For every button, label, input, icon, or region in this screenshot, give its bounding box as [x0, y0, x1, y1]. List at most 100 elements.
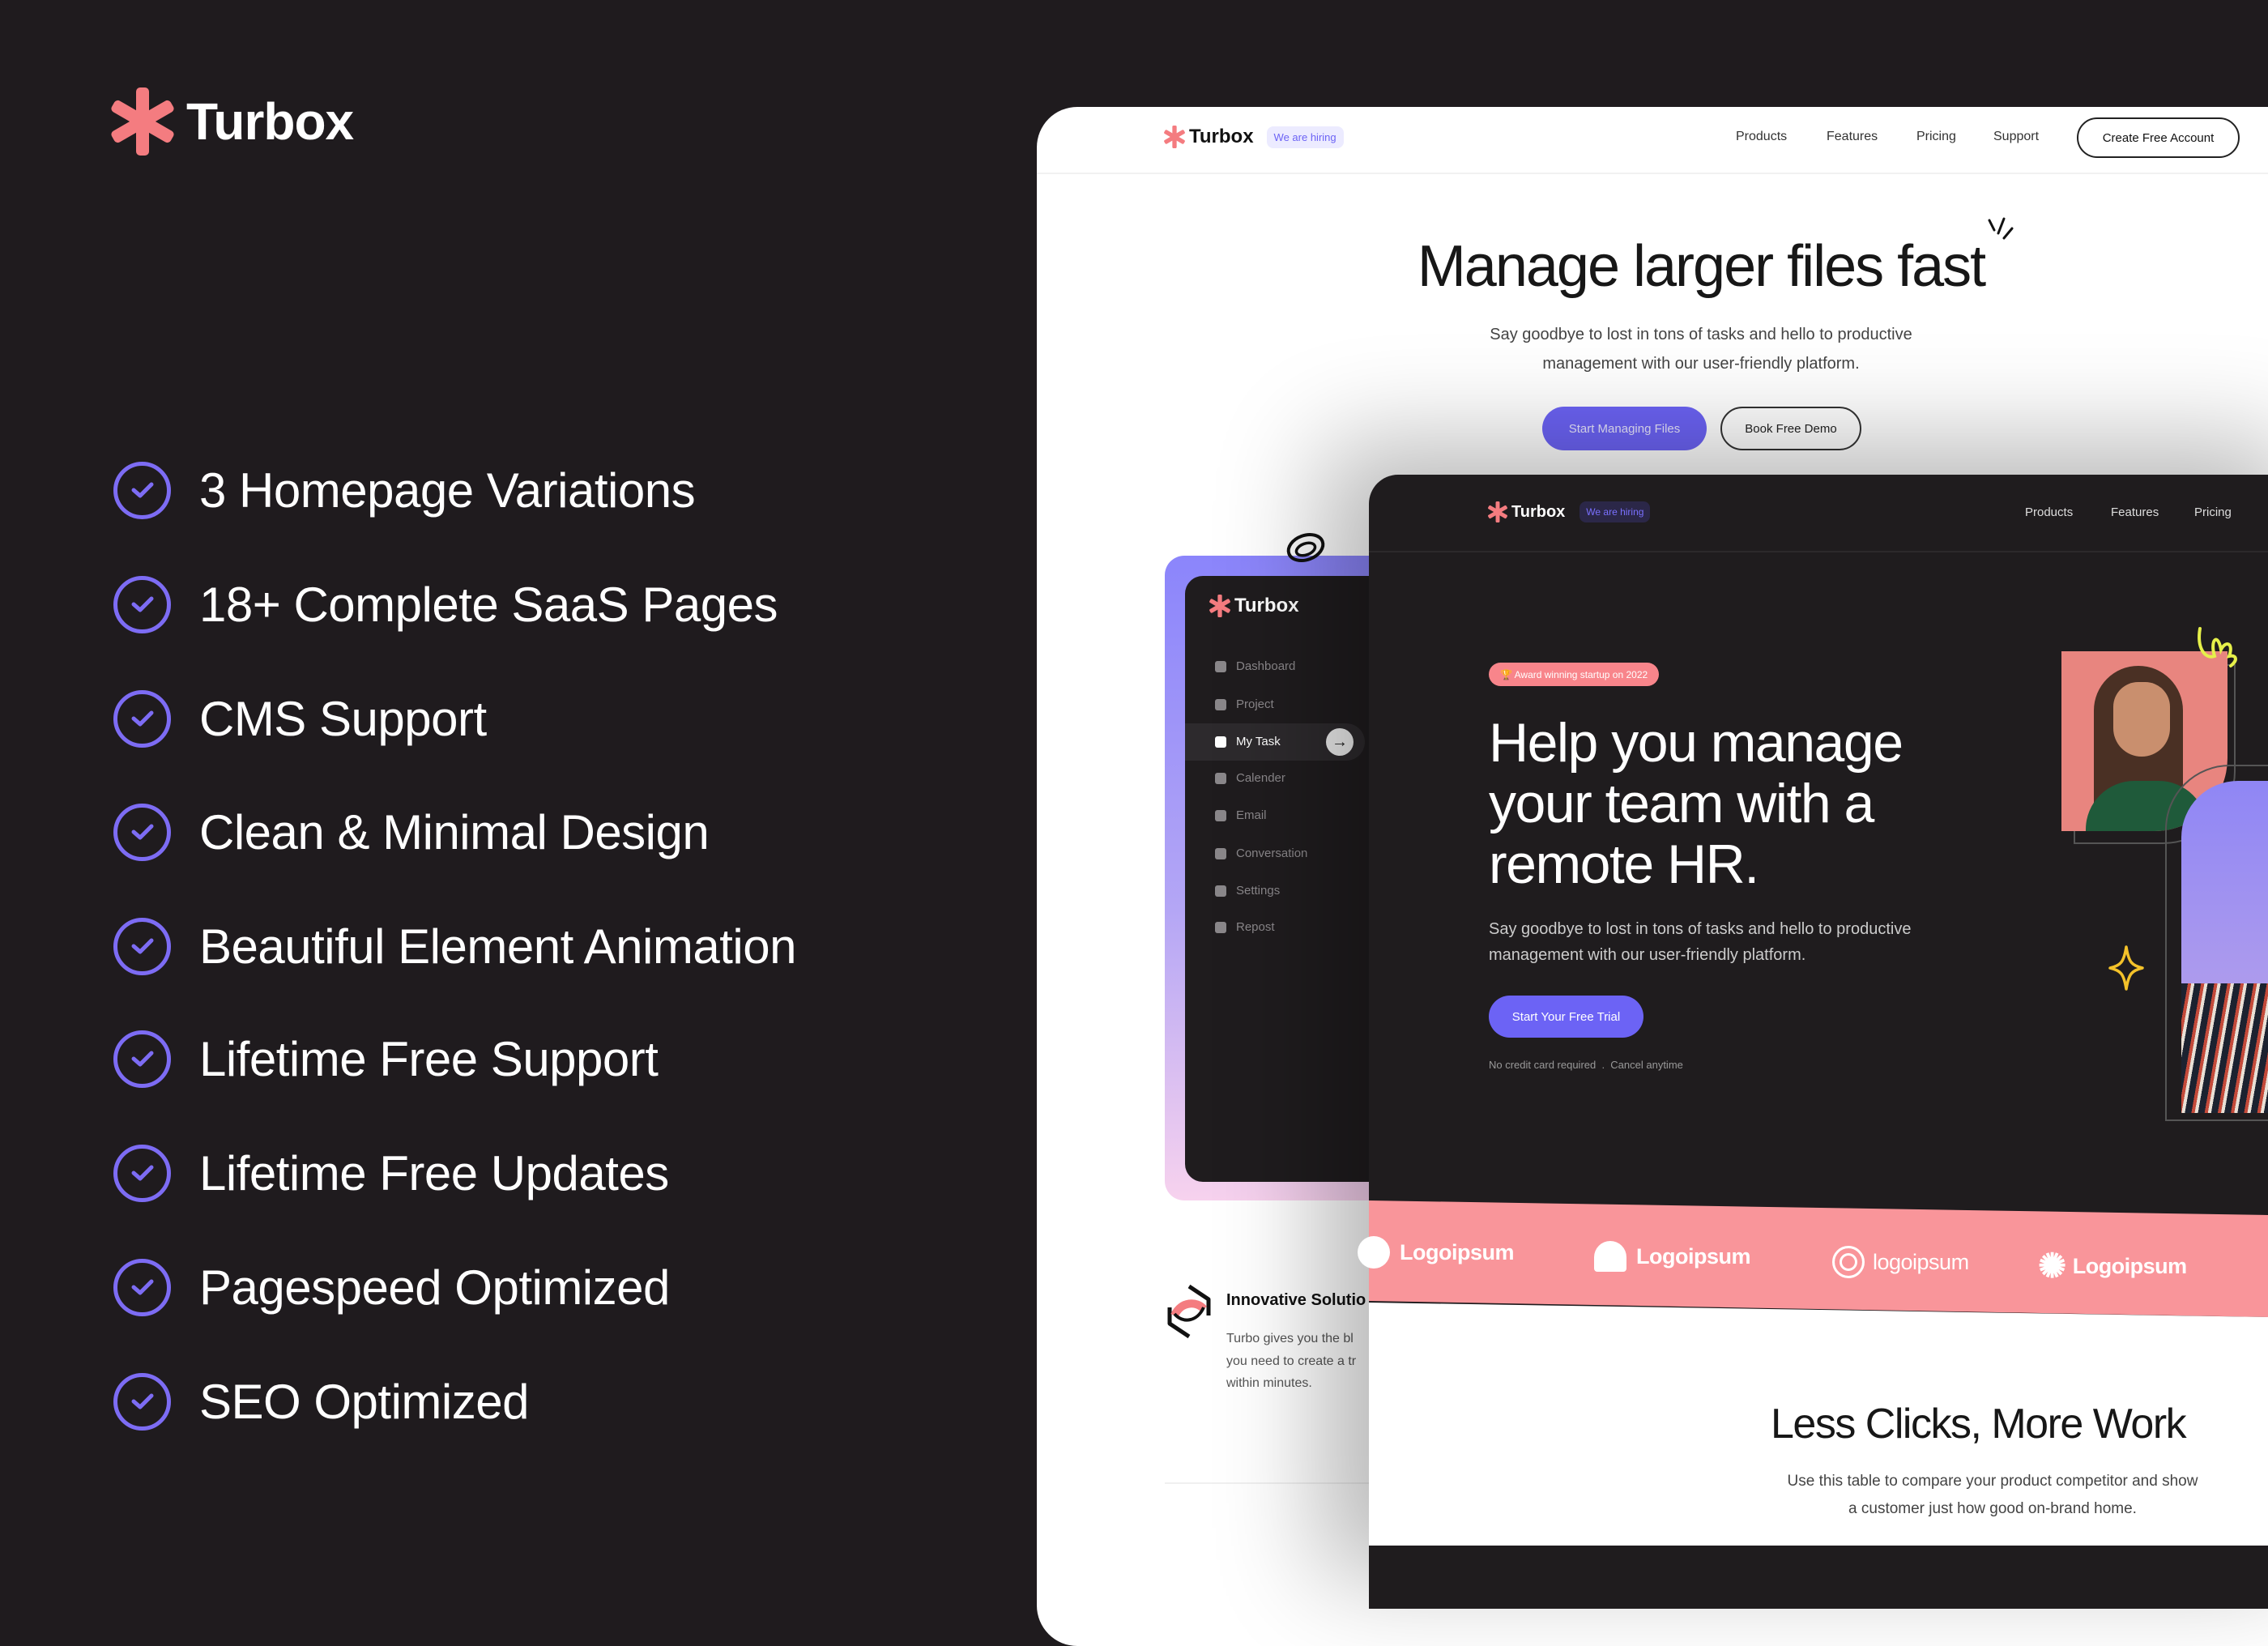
sidebar-item-settings[interactable]: Settings — [1215, 884, 1280, 898]
sidebar-item-label: Calender — [1236, 771, 1285, 785]
light-nav-logo: Turbox We are hiring — [1163, 126, 1344, 148]
start-managing-files-button[interactable]: Start Managing Files — [1542, 407, 1707, 450]
check-circle-icon — [113, 1372, 171, 1431]
sidebar-item-calendar[interactable]: Calender — [1215, 771, 1285, 785]
partner-logo-2: Logoipsum — [1594, 1241, 1750, 1272]
feature-item: 3 Homepage Variations — [113, 461, 696, 519]
innovative-solutions-text-2: you need to create a tr — [1226, 1354, 1357, 1368]
sidebar-item-label: Project — [1236, 697, 1274, 711]
feature-item: 18+ Complete SaaS Pages — [113, 575, 778, 633]
calendar-icon — [1215, 772, 1226, 784]
dark-nav-products[interactable]: Products — [2025, 505, 2073, 519]
logo-text: Turbox — [1234, 595, 1299, 616]
feature-item: Beautiful Element Animation — [113, 917, 796, 975]
innovative-solutions-title: Innovative Solutio — [1226, 1291, 1366, 1309]
feature-label: 3 Homepage Variations — [199, 463, 696, 518]
sidebar-item-repost[interactable]: Repost — [1215, 920, 1275, 934]
dark-nav-divider — [1369, 551, 2268, 552]
section-title: Less Clicks, More Work — [1771, 1401, 2187, 1448]
logo-text: Turbox — [1511, 502, 1566, 521]
nav-support[interactable]: Support — [1993, 130, 2039, 144]
sidebar-item-project[interactable]: Project — [1215, 697, 1274, 711]
feature-item: Lifetime Free Support — [113, 1030, 659, 1088]
hiring-badge[interactable]: We are hiring — [1580, 501, 1651, 522]
sidebar-item-label: Dashboard — [1236, 659, 1296, 673]
man-shirt — [2181, 983, 2268, 1113]
logo-sun-icon: ✺ — [2038, 1247, 2066, 1285]
swirl-doodle-icon — [1286, 533, 1325, 562]
nav-pricing[interactable]: Pricing — [1916, 130, 1956, 144]
headline-line: your team with a — [1489, 773, 1874, 834]
dark-headline: Help you manage your team with a remote … — [1489, 712, 1904, 895]
check-circle-icon — [113, 1030, 171, 1088]
feature-item: Pagespeed Optimized — [113, 1258, 670, 1316]
no-credit-card-note: No credit card required . Cancel anytime — [1489, 1059, 1683, 1071]
dark-subtext-2: management with our user-friendly platfo… — [1489, 946, 1806, 964]
light-subtext-1: Say goodbye to lost in tons of tasks and… — [1490, 326, 1912, 343]
check-circle-icon — [113, 1258, 171, 1316]
asterisk-logo-icon — [1488, 501, 1507, 522]
logo-text: logoipsum — [1873, 1249, 1969, 1274]
repost-icon — [1215, 921, 1226, 933]
dark-nav-features[interactable]: Features — [2111, 505, 2159, 519]
man-photo — [2181, 781, 2268, 1113]
logo-text: Logoipsum — [1400, 1239, 1514, 1264]
book-free-demo-button[interactable]: Book Free Demo — [1720, 407, 1861, 450]
dark-subtext-1: Say goodbye to lost in tons of tasks and… — [1489, 920, 1912, 938]
dashboard-icon — [1215, 660, 1226, 672]
sidebar-item-label: Email — [1236, 808, 1267, 822]
dark-nav-pricing[interactable]: Pricing — [2194, 505, 2232, 519]
partner-logo-4: ✺ Logoipsum — [2038, 1249, 2187, 1283]
sidebar-item-label: Conversation — [1236, 846, 1308, 860]
sidebar-item-dashboard[interactable]: Dashboard — [1215, 659, 1295, 673]
star-sparkle-icon — [2108, 945, 2144, 991]
feature-label: Pagespeed Optimized — [199, 1260, 670, 1315]
feature-label: Lifetime Free Support — [199, 1031, 659, 1086]
section-subtext-1: Use this table to compare your product c… — [1787, 1473, 2198, 1490]
headline-line: remote HR. — [1489, 834, 1759, 895]
asterisk-logo-icon — [111, 87, 174, 156]
scribble-doodle-icon — [2198, 627, 2237, 667]
check-circle-icon — [113, 917, 171, 975]
partner-logo-3: logoipsum — [1832, 1246, 1969, 1278]
create-account-button[interactable]: Create Free Account — [2077, 117, 2240, 158]
email-icon — [1215, 809, 1226, 821]
brand-name: Turbox — [186, 92, 354, 151]
asterisk-logo-icon — [1164, 126, 1185, 148]
nav-products[interactable]: Products — [1736, 130, 1787, 144]
logo-text: Logoipsum — [2072, 1253, 2187, 1278]
check-circle-icon — [113, 1144, 171, 1202]
feature-label: Clean & Minimal Design — [199, 804, 710, 859]
arrow-right-icon[interactable]: → — [1326, 728, 1354, 756]
check-circle-icon — [113, 575, 171, 633]
headline-line: Help you manage — [1489, 712, 1904, 774]
start-free-trial-button[interactable]: Start Your Free Trial — [1489, 996, 1643, 1038]
check-circle-icon — [113, 461, 171, 519]
project-icon — [1215, 698, 1226, 710]
hiring-badge[interactable]: We are hiring — [1266, 126, 1344, 148]
logo-flower-icon — [1358, 1236, 1390, 1269]
nav-features[interactable]: Features — [1827, 130, 1878, 144]
sidebar-item-label: Repost — [1236, 920, 1275, 934]
check-circle-icon — [113, 803, 171, 861]
logo-arch-icon — [1594, 1241, 1626, 1272]
sidebar-item-email[interactable]: Email — [1215, 808, 1267, 822]
innovative-solutions-icon — [1167, 1284, 1211, 1339]
woman-face — [2113, 682, 2170, 757]
logo-text: Turbox — [1189, 126, 1254, 147]
light-headline: Manage larger files fast — [1417, 234, 1986, 299]
brand-logo: Turbox — [109, 87, 354, 156]
light-subtext-2: management with our user-friendly platfo… — [1542, 355, 1860, 373]
sidebar-item-conversation[interactable]: Conversation — [1215, 846, 1307, 860]
section-subtext-2: a customer just how good on-brand home. — [1848, 1500, 2137, 1517]
innovative-solutions-text-3: within minutes. — [1226, 1376, 1312, 1390]
section-divider — [1165, 1482, 1375, 1484]
partner-logo-1: Logoipsum — [1358, 1236, 1514, 1269]
asterisk-logo-icon — [1209, 595, 1230, 617]
sidebar-item-task[interactable]: My Task — [1215, 735, 1281, 748]
dark-nav-logo: Turbox We are hiring — [1487, 501, 1651, 522]
logo-spiral-icon — [1832, 1246, 1865, 1278]
innovative-solutions-text-1: Turbo gives you the bl — [1226, 1332, 1354, 1345]
feature-label: 18+ Complete SaaS Pages — [199, 577, 778, 632]
award-badge: 🏆 Award winning startup on 2022 — [1489, 663, 1660, 686]
